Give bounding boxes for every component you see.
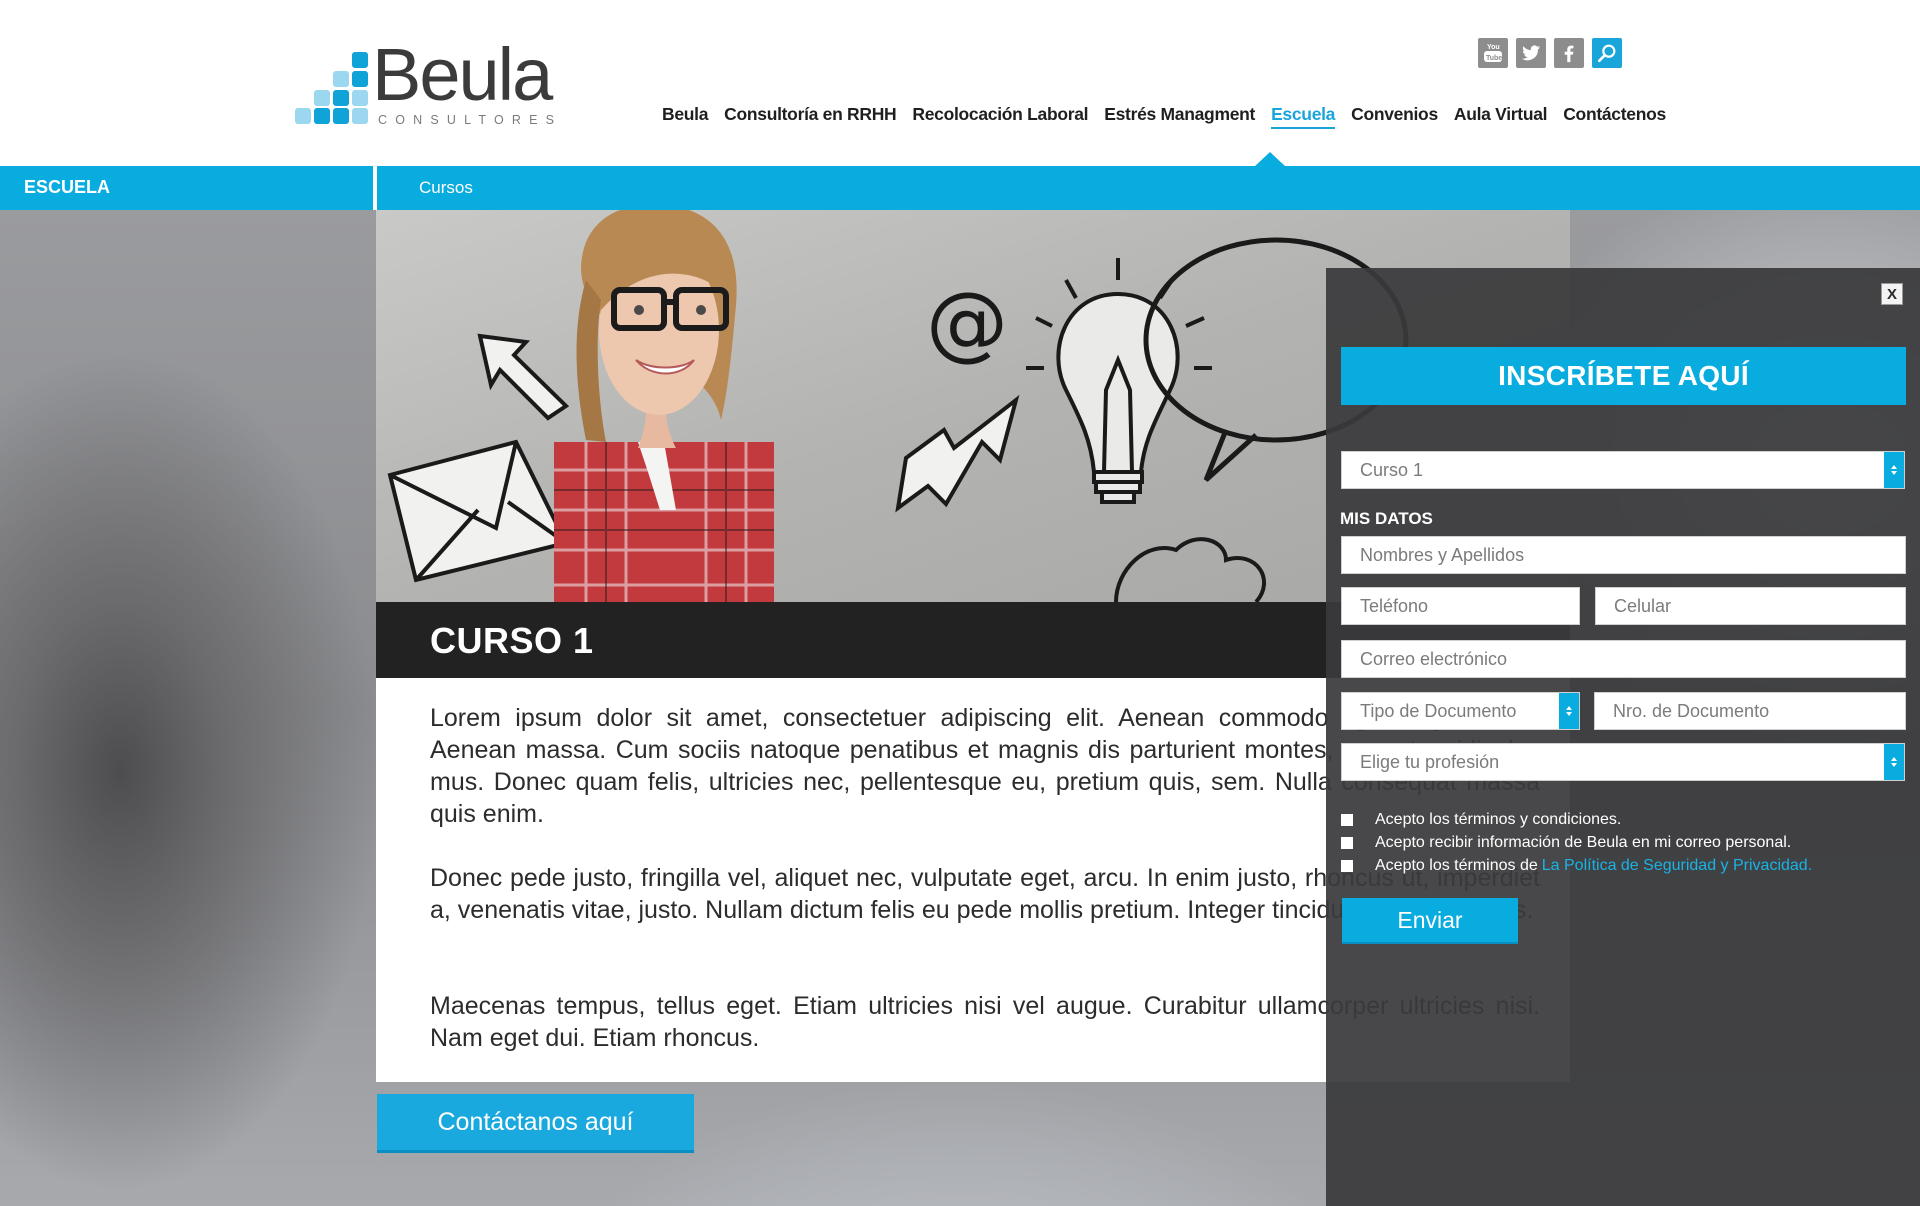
mobile-placeholder: Celular (1614, 595, 1672, 616)
nav-item-recolocacion[interactable]: Recolocación Laboral (912, 104, 1088, 129)
nav-item-estres[interactable]: Estrés Managment (1104, 104, 1255, 129)
select-arrows-icon (1884, 452, 1904, 488)
terms-label: Acepto los términos y condiciones. (1375, 811, 1622, 828)
names-field[interactable]: Nombres y Apellidos (1341, 536, 1906, 574)
contact-button[interactable]: Contáctanos aquí (377, 1094, 694, 1153)
document-number-placeholder: Nro. de Documento (1613, 700, 1770, 721)
form-section-label: MIS DATOS (1340, 509, 1433, 528)
section-bar-divider (373, 166, 377, 210)
course-select-value: Curso 1 (1360, 459, 1424, 480)
twitter-icon[interactable] (1516, 38, 1546, 68)
logo-tagline: CONSULTORES (378, 113, 563, 127)
site-header: Beula CONSULTORES You Tube Beula Consulto… (0, 0, 1920, 166)
terms-checkbox-row[interactable]: Acepto los términos y condiciones. (1341, 811, 1621, 829)
privacy-label: Acepto los términos de (1375, 857, 1538, 874)
document-number-field[interactable]: Nro. de Documento (1594, 692, 1906, 730)
profession-placeholder: Elige tu profesión (1360, 751, 1500, 772)
beula-logo[interactable]: Beula CONSULTORES (294, 38, 564, 130)
nav-item-escuela[interactable]: Escuela (1271, 104, 1335, 129)
privacy-checkbox[interactable] (1341, 860, 1353, 872)
select-arrows-icon (1884, 744, 1904, 780)
nav-item-consultoria[interactable]: Consultoría en RRHH (724, 104, 897, 129)
submit-button[interactable]: Enviar (1342, 898, 1518, 944)
newsletter-checkbox-row[interactable]: Acepto recibir información de Beula en m… (1341, 834, 1791, 852)
svg-text:Tube: Tube (1486, 55, 1502, 62)
close-icon[interactable]: X (1881, 283, 1903, 305)
nav-item-beula[interactable]: Beula (662, 104, 708, 129)
social-links: You Tube (1478, 38, 1622, 68)
privacy-checkbox-row[interactable]: Acepto los términos de La Política de Se… (1341, 857, 1812, 875)
profession-select[interactable]: Elige tu profesión (1341, 743, 1905, 781)
section-title[interactable]: ESCUELA (24, 177, 110, 198)
nav-item-aula-virtual[interactable]: Aula Virtual (1454, 104, 1548, 129)
active-nav-pointer (1254, 152, 1286, 167)
facebook-icon[interactable] (1554, 38, 1584, 68)
newsletter-label: Acepto recibir información de Beula en m… (1375, 834, 1792, 851)
names-placeholder: Nombres y Apellidos (1360, 544, 1525, 565)
select-arrows-icon (1559, 693, 1579, 729)
registration-panel (1326, 268, 1920, 1206)
youtube-icon[interactable]: You Tube (1478, 38, 1508, 68)
email-placeholder: Correo electrónico (1360, 648, 1508, 669)
phone-field[interactable]: Teléfono (1341, 587, 1580, 625)
privacy-policy-link[interactable]: La Política de Seguridad y Privacidad. (1542, 857, 1812, 875)
logo-wordmark: Beula (372, 33, 553, 116)
search-icon[interactable] (1592, 38, 1622, 68)
mobile-field[interactable]: Celular (1595, 587, 1906, 625)
terms-checkbox[interactable] (1341, 814, 1353, 826)
document-type-select[interactable]: Tipo de Documento (1341, 692, 1580, 730)
svg-text:You: You (1487, 44, 1500, 51)
course-select[interactable]: Curso 1 (1341, 451, 1905, 489)
phone-placeholder: Teléfono (1360, 595, 1429, 616)
svg-text:@: @ (926, 275, 1008, 370)
logo-squares-icon (294, 52, 370, 126)
section-bar (0, 166, 1920, 210)
email-field[interactable]: Correo electrónico (1341, 640, 1906, 678)
document-type-placeholder: Tipo de Documento (1360, 700, 1517, 721)
form-title: INSCRÍBETE AQUÍ (1341, 347, 1906, 405)
nav-item-convenios[interactable]: Convenios (1351, 104, 1438, 129)
nav-item-contactenos[interactable]: Contáctenos (1563, 104, 1666, 129)
breadcrumb[interactable]: Cursos (419, 178, 473, 198)
course-title: CURSO 1 (430, 620, 594, 661)
newsletter-checkbox[interactable] (1341, 837, 1353, 849)
main-nav: Beula Consultoría en RRHH Recolocación L… (662, 104, 1682, 129)
